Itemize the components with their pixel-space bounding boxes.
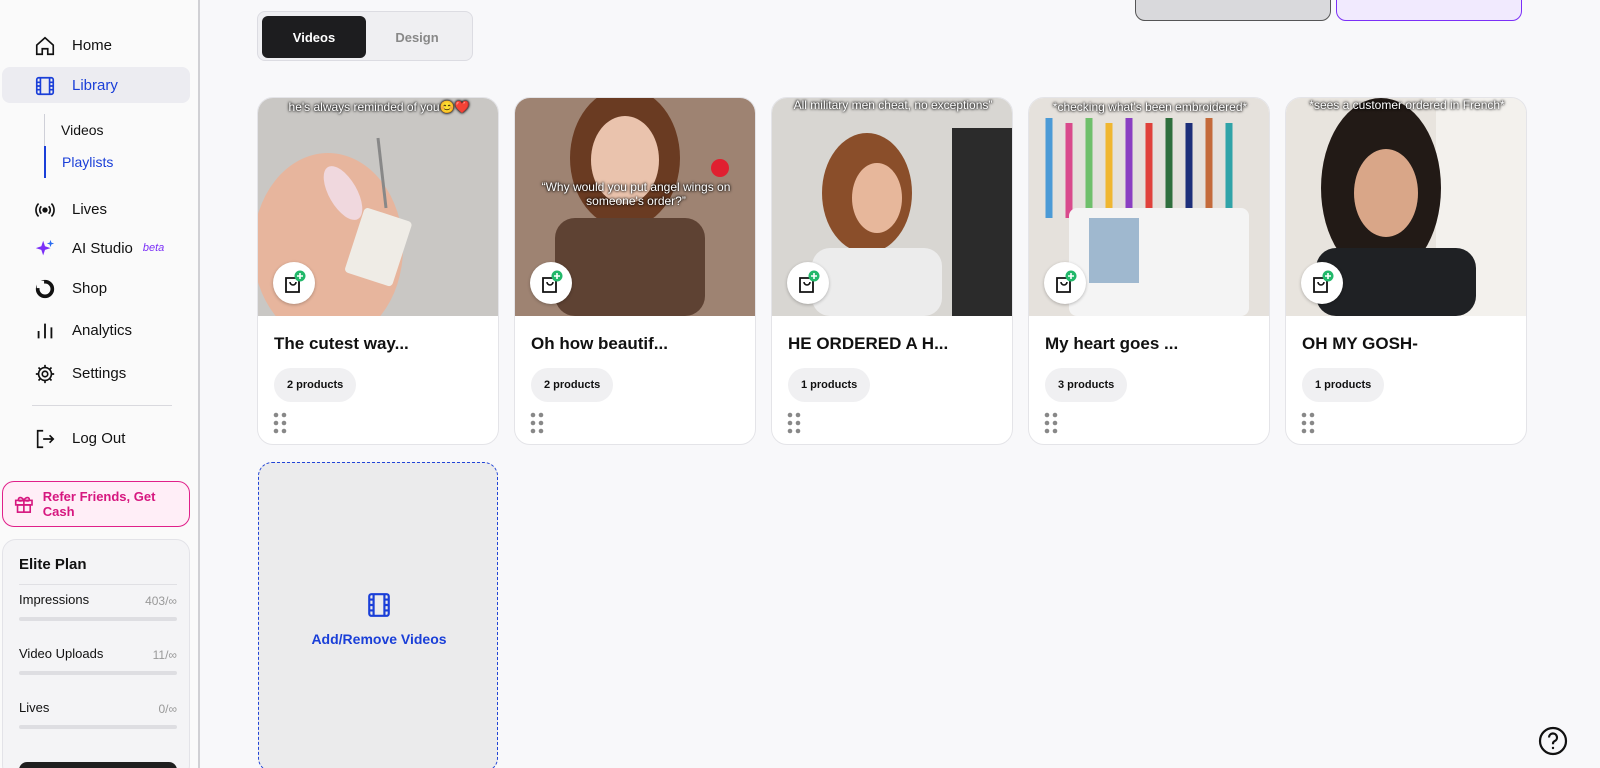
nav-library[interactable]: Library (2, 67, 190, 103)
nav-lives[interactable]: Lives (2, 191, 190, 227)
video-title: OH MY GOSH- (1302, 334, 1418, 353)
tab-videos[interactable]: Videos (262, 16, 366, 58)
add-product-button[interactable] (1044, 262, 1086, 304)
tab-design[interactable]: Design (365, 16, 469, 58)
add-remove-videos-label: Add/Remove Videos (311, 631, 447, 647)
shop-logo-icon (35, 279, 55, 299)
products-chip[interactable]: 2 products (531, 368, 614, 402)
video-card[interactable]: All military men cheat, no exceptions” H… (771, 97, 1013, 445)
nav-home-label: Home (72, 36, 113, 54)
drag-handle-icon[interactable] (273, 412, 287, 434)
video-thumbnail: “Why would you put angel wings on someon… (515, 98, 755, 316)
shopping-bag-plus-icon (285, 270, 306, 293)
video-title: My heart goes ... (1045, 334, 1179, 353)
shopping-bag-plus-icon (1313, 270, 1334, 293)
add-product-button[interactable] (787, 262, 829, 304)
video-card[interactable]: *checking what's been embroidered* My he… (1028, 97, 1270, 445)
nav-lives-label: Lives (72, 200, 108, 218)
plan-title: Elite Plan (19, 556, 87, 573)
drag-handle-icon[interactable] (1044, 412, 1058, 434)
usage-bar (19, 725, 177, 729)
plan-action-button[interactable] (19, 762, 177, 768)
drag-handle-icon[interactable] (1301, 412, 1315, 434)
gift-icon (14, 496, 33, 513)
sparkle-icon (35, 239, 55, 256)
video-thumbnail: All military men cheat, no exceptions” (772, 98, 1012, 316)
shopping-bag-plus-icon (1056, 270, 1077, 293)
shopping-bag-plus-icon (799, 270, 820, 293)
nav-settings[interactable]: Settings (2, 355, 190, 391)
nav-analytics-label: Analytics (72, 321, 133, 339)
secondary-action-button[interactable] (1135, 0, 1331, 21)
library-subnav: Videos Playlists (44, 114, 184, 178)
usage-bar (19, 671, 177, 675)
nav-shop-label: Shop (72, 279, 108, 297)
gear-icon (35, 364, 55, 384)
video-caption: *sees a customer ordered in French* (1309, 98, 1505, 112)
video-caption: “Why would you put angel wings on someon… (541, 180, 731, 208)
add-product-button[interactable] (530, 262, 572, 304)
broadcast-icon (35, 203, 55, 217)
video-card[interactable]: *sees a customer ordered in French* OH M… (1285, 97, 1527, 445)
logout-icon (36, 429, 55, 449)
plan-divider (19, 584, 177, 585)
video-thumbnail: he's always reminded of you😊❤️ (258, 98, 498, 316)
video-caption: All military men cheat, no exceptions” (793, 98, 993, 112)
nav-settings-label: Settings (72, 364, 127, 382)
add-remove-videos-tile[interactable]: Add/Remove Videos (258, 462, 498, 768)
usage-bar (19, 617, 177, 621)
usage-impressions: Impressions 403/∞ (19, 592, 177, 621)
video-title: Oh how beautif... (531, 334, 668, 353)
nav-analytics[interactable]: Analytics (2, 312, 190, 348)
subnav-videos[interactable]: Videos (45, 114, 184, 146)
refer-friends-button[interactable]: Refer Friends, Get Cash (2, 481, 190, 527)
film-icon (35, 76, 55, 96)
nav-shop[interactable]: Shop (2, 270, 190, 306)
video-card[interactable]: he's always reminded of you😊❤️ The cutes… (257, 97, 499, 445)
products-chip[interactable]: 3 products (1045, 368, 1128, 402)
usage-video-uploads: Video Uploads 11/∞ (19, 646, 177, 675)
view-tabs: Videos Design (257, 11, 473, 61)
plan-card: Elite Plan Impressions 403/∞ Video Uploa… (2, 539, 190, 768)
products-chip[interactable]: 1 products (1302, 368, 1385, 402)
shopping-bag-plus-icon (542, 270, 563, 293)
video-caption: *checking what's been embroidered* (1052, 100, 1248, 114)
sidebar-divider (32, 405, 172, 406)
video-thumbnail: *checking what's been embroidered* (1029, 98, 1269, 316)
subnav-playlists[interactable]: Playlists (44, 146, 184, 178)
usage-value: 403/∞ (145, 594, 177, 608)
help-icon[interactable] (1538, 726, 1568, 756)
nav-library-label: Library (72, 76, 118, 94)
drag-handle-icon[interactable] (530, 412, 544, 434)
nav-home[interactable]: Home (2, 27, 190, 63)
video-title: HE ORDERED A H... (788, 334, 949, 353)
usage-value: 11/∞ (152, 648, 177, 662)
refer-label: Refer Friends, Get Cash (42, 489, 156, 519)
nav-logout-label: Log Out (72, 429, 126, 447)
nav-ai-studio[interactable]: AI Studio beta (2, 230, 190, 266)
sidebar: Home Library Videos Playlists Lives AI S… (0, 0, 200, 768)
home-icon (35, 36, 55, 56)
nav-logout[interactable]: Log Out (2, 420, 190, 456)
products-chip[interactable]: 2 products (274, 368, 357, 402)
video-title: The cutest way... (274, 334, 409, 353)
video-caption: he's always reminded of you😊❤️ (288, 100, 470, 114)
usage-value: 0/∞ (158, 702, 177, 716)
drag-handle-icon[interactable] (787, 412, 801, 434)
add-product-button[interactable] (1301, 262, 1343, 304)
beta-badge: beta (142, 242, 165, 254)
video-card[interactable]: “Why would you put angel wings on someon… (514, 97, 756, 445)
usage-label: Lives (19, 700, 50, 715)
products-chip[interactable]: 1 products (788, 368, 871, 402)
nav-ai-studio-label: AI Studio (72, 239, 133, 257)
add-product-button[interactable] (273, 262, 315, 304)
bar-chart-icon (37, 323, 53, 339)
primary-action-button[interactable] (1336, 0, 1522, 21)
video-thumbnail: *sees a customer ordered in French* (1286, 98, 1526, 316)
usage-lives: Lives 0/∞ (19, 700, 177, 729)
film-icon (368, 593, 390, 617)
